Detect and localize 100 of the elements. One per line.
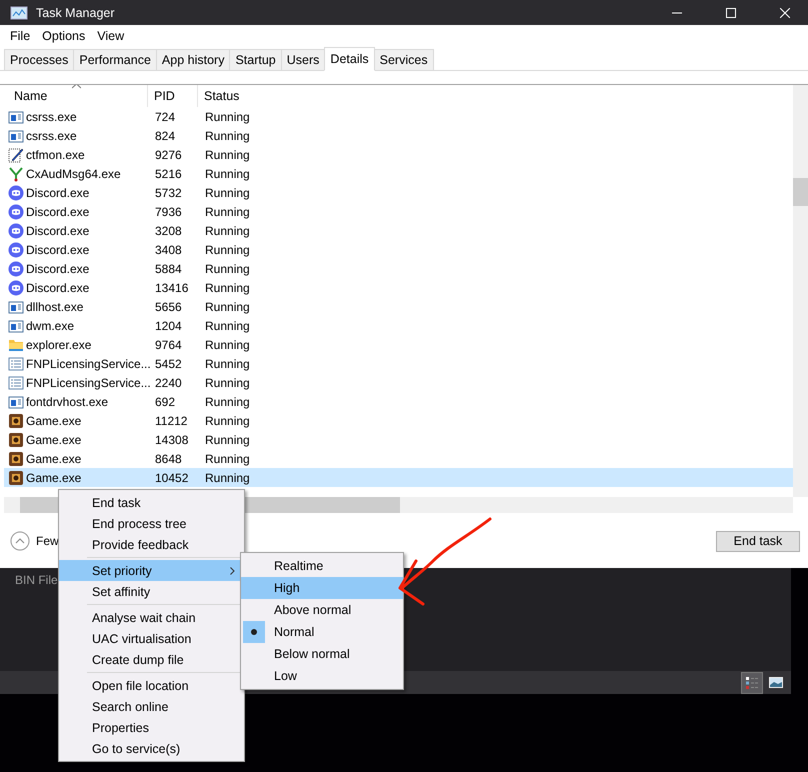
column-header[interactable]: Name: [0, 85, 148, 107]
process-row[interactable]: Discord.exe 13416 Running: [4, 278, 793, 297]
menu-item[interactable]: Properties: [59, 717, 244, 738]
process-row[interactable]: CxAudMsg64.exe 5216 Running: [4, 164, 793, 183]
details-view-icon[interactable]: [741, 672, 763, 694]
tab[interactable]: Services: [374, 49, 434, 70]
pid-text: 1204: [154, 318, 182, 332]
menu-item[interactable]: Open file location: [59, 675, 244, 696]
tab[interactable]: Processes: [4, 49, 74, 70]
status-text: Running: [204, 300, 250, 314]
menu-item[interactable]: Analyse wait chain: [59, 607, 244, 628]
close-icon[interactable]: [780, 8, 790, 18]
pid-text: 7936: [154, 204, 182, 218]
menu-item[interactable]: Options: [36, 29, 92, 43]
menu-item[interactable]: High: [241, 577, 403, 599]
window-icon: [8, 318, 24, 334]
tab[interactable]: App history: [156, 49, 230, 70]
end-task-button[interactable]: End task: [716, 530, 800, 552]
menu-item[interactable]: UAC virtualisation: [59, 628, 244, 649]
menu-item[interactable]: Low: [241, 665, 403, 687]
image-view-icon[interactable]: [769, 677, 783, 688]
app-icon: [10, 6, 28, 20]
process-name: Discord.exe: [26, 242, 90, 256]
process-name: FNPLicensingService...: [26, 376, 151, 390]
status-text: Running: [204, 128, 250, 142]
status-text: Running: [204, 318, 250, 332]
pid-text: 5884: [154, 262, 182, 276]
process-row[interactable]: FNPLicensingService... 5452 Running: [4, 354, 793, 373]
collapse-icon[interactable]: [10, 531, 30, 551]
tab[interactable]: Performance: [73, 49, 157, 70]
process-name: ctfmon.exe: [26, 148, 85, 162]
process-row[interactable]: dwm.exe 1204 Running: [4, 316, 793, 335]
tab[interactable]: Details: [324, 47, 375, 71]
process-name: dllhost.exe: [26, 300, 84, 314]
menu-item[interactable]: File: [4, 29, 36, 43]
window-icon: [8, 394, 24, 410]
menu-item[interactable]: Go to service(s): [59, 738, 244, 759]
menu-item[interactable]: End process tree: [59, 513, 244, 534]
game-icon: [8, 432, 24, 448]
process-row[interactable]: Game.exe 14308 Running: [4, 430, 793, 449]
process-row[interactable]: fontdrvhost.exe 692 Running: [4, 392, 793, 411]
process-name: Discord.exe: [26, 224, 90, 238]
pid-text: 10452: [154, 470, 188, 484]
menu-item[interactable]: Below normal: [241, 643, 403, 665]
process-row[interactable]: Discord.exe 3208 Running: [4, 221, 793, 240]
pid-text: 9276: [154, 148, 182, 162]
menu-item[interactable]: Realtime: [241, 555, 403, 577]
column-header[interactable]: Status: [198, 85, 793, 107]
menu-item[interactable]: View: [91, 29, 130, 43]
process-name: CxAudMsg64.exe: [26, 166, 121, 180]
process-name: csrss.exe: [26, 110, 77, 124]
process-row[interactable]: Game.exe 8648 Running: [4, 449, 793, 468]
process-row[interactable]: ctfmon.exe 9276 Running: [4, 145, 793, 164]
pid-text: 724: [154, 110, 176, 124]
pid-text: 3208: [154, 224, 182, 238]
window-icon: [8, 298, 24, 314]
chat-icon: [8, 242, 24, 258]
process-name: Discord.exe: [26, 262, 90, 276]
menu-item[interactable]: Normal: [241, 621, 403, 643]
status-text: Running: [204, 186, 250, 200]
status-text: Running: [204, 166, 250, 180]
process-name: Game.exe: [26, 414, 82, 428]
game-icon: [8, 450, 24, 466]
menu-item[interactable]: Create dump file: [59, 649, 244, 670]
process-name: csrss.exe: [26, 128, 77, 142]
process-row[interactable]: Discord.exe 5732 Running: [4, 183, 793, 202]
file-label: BIN File: [15, 573, 58, 587]
game-icon: [8, 470, 24, 486]
process-row[interactable]: csrss.exe 724 Running: [4, 107, 793, 126]
menu-item[interactable]: Above normal: [241, 599, 403, 621]
status-text: Running: [204, 280, 250, 294]
process-name: fontdrvhost.exe: [26, 394, 108, 408]
fewer-details-link[interactable]: Few: [36, 534, 59, 548]
pid-text: 3408: [154, 242, 182, 256]
window-icon: [8, 128, 24, 144]
process-row[interactable]: Discord.exe 7936 Running: [4, 202, 793, 221]
process-row[interactable]: dllhost.exe 5656 Running: [4, 297, 793, 316]
pid-text: 11212: [154, 414, 188, 428]
process-row[interactable]: FNPLicensingService... 2240 Running: [4, 373, 793, 392]
process-name: Game.exe: [26, 432, 82, 446]
tab[interactable]: Users: [280, 49, 326, 70]
window-title: Task Manager: [36, 6, 116, 20]
branch-icon: [8, 166, 24, 182]
process-row[interactable]: explorer.exe 9764 Running: [4, 335, 793, 354]
process-row[interactable]: csrss.exe 824 Running: [4, 126, 793, 145]
menu-item[interactable]: Search online: [59, 696, 244, 717]
vertical-scrollbar[interactable]: [793, 85, 808, 497]
process-name: dwm.exe: [26, 318, 74, 332]
menu-item[interactable]: Set affinity: [59, 581, 244, 602]
column-header[interactable]: PID: [148, 85, 198, 107]
window-icon: [8, 108, 24, 124]
menu-item[interactable]: Provide feedback: [59, 534, 244, 555]
process-name: Game.exe: [26, 452, 82, 466]
menu-item[interactable]: End task: [59, 492, 244, 513]
maximize-icon[interactable]: [726, 8, 736, 18]
process-row[interactable]: Discord.exe 3408 Running: [4, 240, 793, 259]
process-row[interactable]: Game.exe 11212 Running: [4, 411, 793, 430]
process-row[interactable]: Discord.exe 5884 Running: [4, 259, 793, 278]
process-row[interactable]: Game.exe 10452 Running: [4, 468, 793, 487]
tab[interactable]: Startup: [229, 49, 282, 70]
